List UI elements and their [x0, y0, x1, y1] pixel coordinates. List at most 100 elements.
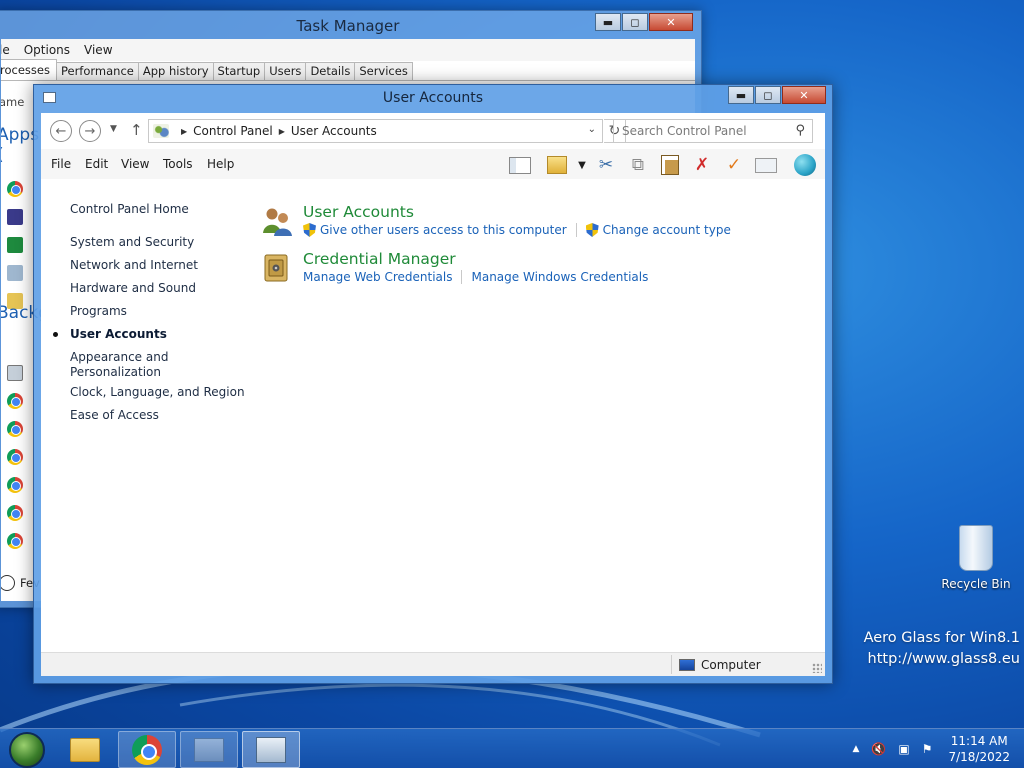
window-content: ← → ▼ ↑ ▶ Control Panel ▶ User Accounts … [41, 113, 825, 676]
volume-muted-icon[interactable]: 🔇 [871, 742, 886, 756]
back-button[interactable]: ← [50, 120, 72, 142]
breadcrumb-separator-icon[interactable]: ▶ [279, 127, 285, 136]
users-icon[interactable] [261, 205, 293, 237]
menu-view[interactable]: View [121, 157, 149, 171]
nav-hardware-and-sound[interactable]: Hardware and Sound [70, 281, 196, 295]
nav-control-panel-home[interactable]: Control Panel Home [70, 202, 189, 216]
nav-programs[interactable]: Programs [70, 304, 127, 318]
process-icon[interactable] [7, 365, 23, 381]
globe-icon[interactable] [793, 154, 817, 176]
tab-details[interactable]: Details [305, 62, 356, 80]
search-icon[interactable]: ⚲ [795, 123, 805, 138]
check-icon[interactable]: ✓ [722, 154, 746, 176]
forward-button[interactable]: → [79, 120, 101, 142]
window-buttons: ▬ ◻ ✕ [728, 86, 826, 104]
menu-file[interactable]: le [1, 43, 17, 57]
tab-processes[interactable]: rocesses [1, 59, 57, 80]
chrome-icon[interactable] [7, 449, 23, 465]
nav-system-and-security[interactable]: System and Security [70, 235, 194, 249]
tab-startup[interactable]: Startup [212, 62, 266, 80]
taskbar-explorer[interactable] [56, 731, 114, 768]
paste-icon[interactable] [658, 154, 682, 176]
task-manager-icon [256, 736, 286, 763]
close-button[interactable]: ✕ [649, 13, 693, 31]
action-center-icon[interactable]: ⚑ [922, 742, 933, 756]
arrow-right-icon: → [84, 123, 96, 139]
safe-icon[interactable] [261, 252, 293, 284]
chrome-icon[interactable] [7, 477, 23, 493]
chrome-icon[interactable] [7, 181, 23, 197]
tab-services[interactable]: Services [354, 62, 413, 80]
taskbar-chrome[interactable] [118, 731, 176, 768]
breadcrumb-user-accounts[interactable]: User Accounts [291, 124, 377, 138]
folder-properties-icon[interactable] [545, 154, 569, 176]
address-history-icon[interactable]: ⌄ [588, 124, 596, 135]
up-button[interactable]: ↑ [130, 121, 143, 139]
menu-view[interactable]: View [77, 43, 119, 57]
recycle-bin-icon [959, 525, 993, 571]
taskbar-control-panel[interactable] [180, 731, 238, 768]
start-button[interactable] [9, 732, 45, 768]
window-title: User Accounts [382, 90, 484, 106]
tab-app-history[interactable]: App history [137, 62, 214, 80]
menu-tools[interactable]: Tools [163, 157, 193, 171]
control-panel-icon [194, 737, 224, 762]
pane-icon[interactable] [508, 154, 532, 176]
search-input[interactable]: Search Control Panel ⚲ [613, 119, 813, 143]
menu-options[interactable]: Options [17, 43, 77, 57]
recycle-bin[interactable]: Recycle Bin [938, 525, 1014, 591]
nav-user-accounts[interactable]: User Accounts [53, 327, 167, 341]
column-name-header[interactable]: ame [1, 95, 24, 109]
maximize-button[interactable]: ◻ [622, 13, 648, 31]
arrow-left-icon: ← [55, 123, 67, 139]
mail-icon[interactable] [754, 154, 778, 176]
taskbar-task-manager[interactable] [242, 731, 300, 768]
copy-icon[interactable]: ⧉ [626, 154, 650, 176]
show-hidden-icons-icon[interactable]: ▲ [852, 744, 859, 754]
chrome-icon[interactable] [7, 505, 23, 521]
dropdown-arrow-icon[interactable]: ▼ [570, 154, 594, 176]
resize-grip-icon[interactable] [812, 663, 822, 673]
minimize-button[interactable]: ▬ [595, 13, 621, 31]
credential-manager-tasks: Manage Web Credentials Manage Windows Cr… [303, 270, 648, 284]
clock[interactable]: 11:14 AM 7/18/2022 [948, 733, 1010, 765]
user-accounts-window: User Accounts ▬ ◻ ✕ ← → ▼ ↑ ▶ Control Pa… [33, 84, 833, 684]
minimize-button[interactable]: ▬ [728, 86, 754, 104]
chrome-icon[interactable] [7, 393, 23, 409]
nav-network-and-internet[interactable]: Network and Internet [70, 258, 198, 272]
tab-performance[interactable]: Performance [55, 62, 139, 80]
excel-icon[interactable] [7, 237, 23, 253]
tab-users[interactable]: Users [264, 62, 307, 80]
delete-icon[interactable]: ✗ [690, 154, 714, 176]
network-icon[interactable]: ▣ [898, 742, 909, 756]
chrome-icon [132, 734, 162, 765]
user-accounts-heading[interactable]: User Accounts [303, 203, 414, 221]
link-manage-windows-credentials[interactable]: Manage Windows Credentials [471, 270, 648, 284]
menu-file[interactable]: File [51, 157, 71, 171]
breadcrumb-separator-icon[interactable]: ▶ [181, 127, 187, 136]
menu-help[interactable]: Help [207, 157, 234, 171]
watermark-line2: http://www.glass8.eu [867, 651, 1020, 667]
control-panel-icon [153, 124, 169, 138]
link-change-account-type[interactable]: Change account type [603, 223, 731, 237]
credential-manager-heading[interactable]: Credential Manager [303, 250, 456, 268]
close-button[interactable]: ✕ [782, 86, 826, 104]
breadcrumb-control-panel[interactable]: Control Panel [193, 124, 273, 138]
nav-appearance-and-personalization[interactable]: Appearance and Personalization [70, 350, 168, 380]
navigation-bar: ← → ▼ ↑ ▶ Control Panel ▶ User Accounts … [41, 113, 825, 149]
recent-locations-dropdown[interactable]: ▼ [110, 124, 117, 134]
recycle-bin-label: Recycle Bin [941, 577, 1011, 591]
link-manage-web-credentials[interactable]: Manage Web Credentials [303, 270, 452, 284]
chrome-icon[interactable] [7, 421, 23, 437]
nav-clock-language-region[interactable]: Clock, Language, and Region [70, 385, 245, 399]
address-bar[interactable]: ▶ Control Panel ▶ User Accounts ⌄ [148, 119, 603, 143]
task-divider [575, 223, 577, 237]
task-manager-icon[interactable] [7, 265, 23, 281]
link-give-access[interactable]: Give other users access to this computer [320, 223, 567, 237]
chrome-icon[interactable] [7, 533, 23, 549]
cut-icon[interactable]: ✂ [594, 154, 618, 176]
nav-ease-of-access[interactable]: Ease of Access [70, 408, 159, 422]
menu-edit[interactable]: Edit [85, 157, 108, 171]
app-icon[interactable] [7, 209, 23, 225]
maximize-button[interactable]: ◻ [755, 86, 781, 104]
